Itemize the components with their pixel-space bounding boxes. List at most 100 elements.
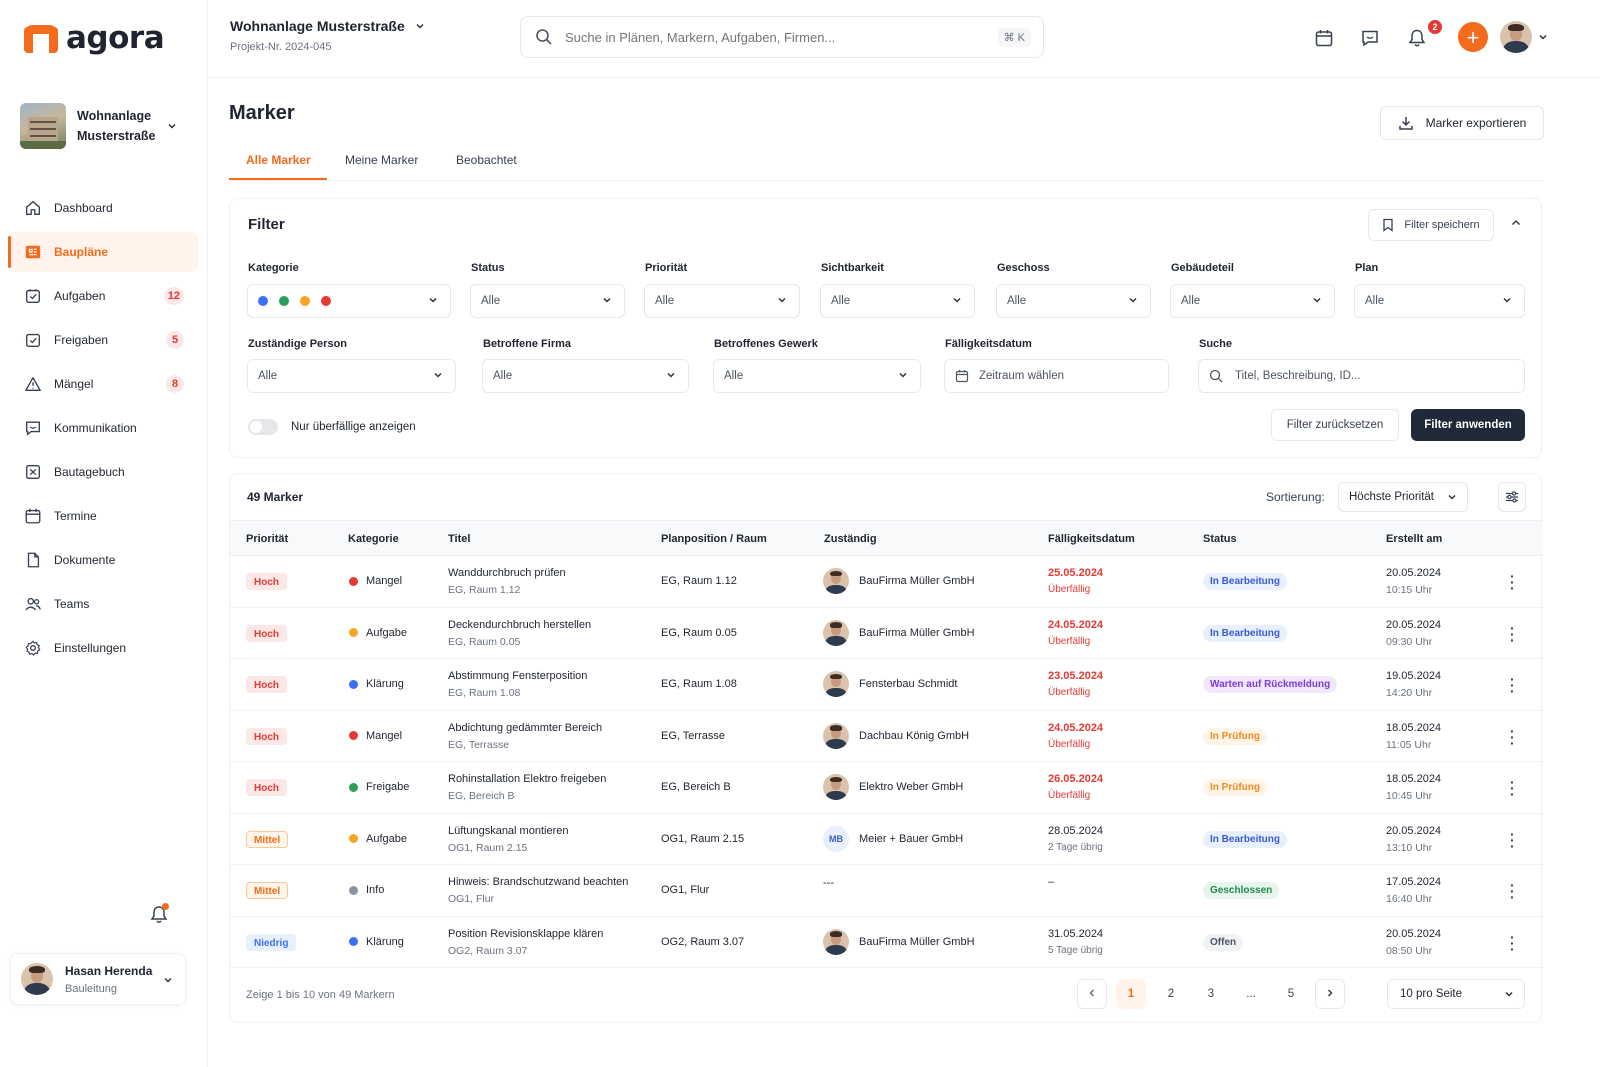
firma-label: Betroffene Firma	[483, 338, 572, 350]
project-selector[interactable]: Wohnanlage Musterstraße Projekt-Nr. 2024…	[230, 18, 425, 53]
table-row[interactable]: Hoch Mangel Abdichtung gedämmter Bereich EG…	[230, 711, 1543, 762]
sidebar-item-dashboard[interactable]: Dashboard	[10, 188, 198, 228]
title-cell[interactable]: Lüftungskanal montieren OG1, Raum 2.15	[448, 825, 568, 854]
row-menu-icon[interactable]: · · ·	[1510, 724, 1515, 750]
col-erstellt[interactable]: Erstellt am	[1386, 533, 1442, 545]
sidebar-item-dokumente[interactable]: Dokumente	[10, 540, 198, 580]
global-search-input[interactable]	[565, 29, 985, 45]
status-select[interactable]: Alle	[470, 284, 625, 318]
global-search[interactable]: ⌘ K	[520, 16, 1044, 58]
title-cell[interactable]: Wanddurchbruch prüfen EG, Raum 1.12	[448, 567, 566, 596]
sidebar-item-aufgaben[interactable]: Aufgaben 12	[10, 276, 198, 316]
user-profile[interactable]: Hasan Herenda Bauleitung	[10, 953, 186, 1005]
title-cell[interactable]: Deckendurchbruch herstellen EG, Raum 0.05	[448, 619, 591, 648]
sidebar-item-label: Kommunikation	[54, 421, 137, 435]
gewerk-select[interactable]: Alle	[713, 359, 921, 393]
save-filter-button[interactable]: Filter speichern	[1368, 209, 1494, 241]
col-planposition[interactable]: Planposition / Raum	[661, 533, 767, 545]
table-row[interactable]: Hoch Aufgabe Deckendurchbruch herstellen EG…	[230, 608, 1543, 659]
next-page-button[interactable]	[1315, 979, 1345, 1009]
row-menu-icon[interactable]: · · ·	[1510, 930, 1515, 956]
title-cell[interactable]: Abdichtung gedämmter Bereich EG, Terrasse	[448, 722, 602, 751]
sidebar-item-teams[interactable]: Teams	[10, 584, 198, 624]
calendar-icon[interactable]	[1312, 26, 1336, 50]
col-zustaendig[interactable]: Zuständig	[824, 533, 877, 545]
table-row[interactable]: Hoch Klärung Abstimmung Fensterposition EG,…	[230, 659, 1543, 711]
create-new-button[interactable]: +	[1458, 22, 1488, 52]
col-status[interactable]: Status	[1203, 533, 1237, 545]
apply-filter-button[interactable]: Filter anwenden	[1411, 409, 1525, 441]
chevron-down-icon	[953, 297, 961, 303]
brand-logo[interactable]: agora	[24, 20, 165, 56]
date-range-picker[interactable]: Zeitraum wählen	[944, 359, 1169, 393]
kategorie-select[interactable]	[247, 284, 451, 318]
save-filter-label: Filter speichern	[1404, 219, 1480, 231]
tab-beobachtet[interactable]: Beobachtet	[456, 153, 517, 167]
gebaeudeteil-select[interactable]: Alle	[1170, 284, 1335, 318]
user-role: Bauleitung	[65, 982, 117, 995]
sidebar-item-label: Einstellungen	[54, 641, 127, 655]
row-menu-icon[interactable]: · · ·	[1510, 672, 1515, 698]
sidebar-item-maengel[interactable]: Mängel 8	[10, 364, 198, 404]
sidebar-item-freigaben[interactable]: Freigaben 5	[10, 320, 198, 360]
chevron-left-icon	[1089, 989, 1095, 997]
priority-badge: Hoch	[246, 676, 287, 693]
chevron-down-icon[interactable]	[1538, 32, 1548, 42]
page-5-button[interactable]: 5	[1276, 979, 1306, 1009]
page-3-button[interactable]: 3	[1196, 979, 1226, 1009]
header-user-avatar[interactable]	[1500, 21, 1532, 53]
sichtbarkeit-select-value: Alle	[831, 295, 851, 307]
table-row[interactable]: Niedrig Klärung Position Revisionsklappe k…	[230, 917, 1543, 968]
title-cell[interactable]: Abstimmung Fensterposition EG, Raum 1.08	[448, 670, 587, 699]
row-menu-icon[interactable]: · · ·	[1510, 569, 1515, 595]
sidebar-item-kommunikation[interactable]: Kommunikation	[10, 408, 198, 448]
sichtbarkeit-select[interactable]: Alle	[820, 284, 975, 318]
sidebar-item-termine[interactable]: Termine	[10, 496, 198, 536]
category-cell: Aufgabe	[349, 627, 407, 639]
firma-select[interactable]: Alle	[482, 359, 689, 393]
row-menu-icon[interactable]: · · ·	[1510, 827, 1515, 853]
title-cell[interactable]: Hinweis: Brandschutzwand beachten OG1, Fl…	[448, 876, 628, 905]
page-1-button[interactable]: 1	[1116, 979, 1146, 1009]
column-settings-button[interactable]	[1498, 482, 1526, 512]
chat-icon[interactable]	[1358, 26, 1382, 50]
tab-alle-marker[interactable]: Alle Marker	[246, 153, 311, 167]
table-row[interactable]: Mittel Aufgabe Lüftungskanal montieren OG1,…	[230, 814, 1543, 865]
page-size-select[interactable]: 10 pro Seite	[1387, 979, 1525, 1009]
export-markers-button[interactable]: Marker exportieren	[1380, 106, 1544, 140]
filter-search-input[interactable]: Titel, Beschreibung, ID...	[1198, 359, 1525, 393]
table-row[interactable]: Hoch Freigabe Rohinstallation Elektro frei…	[230, 762, 1543, 814]
created-cell: 18.05.2024 11:05 Uhr	[1386, 722, 1441, 751]
project-switcher[interactable]: Wohnanlage Musterstraße	[20, 102, 192, 150]
marker-title: Abdichtung gedämmter Bereich	[448, 721, 603, 734]
status-label: Status	[471, 262, 505, 274]
title-cell[interactable]: Rohinstallation Elektro freigeben EG, Ber…	[448, 773, 606, 802]
sidebar-item-bautagebuch[interactable]: Bautagebuch	[10, 452, 198, 492]
table-row[interactable]: Hoch Mangel Wanddurchbruch prüfen EG, Raum …	[230, 556, 1543, 608]
col-titel[interactable]: Titel	[448, 533, 470, 545]
table-row[interactable]: Mittel Info Hinweis: Brandschutzwand beach…	[230, 865, 1543, 917]
prioritaet-select[interactable]: Alle	[644, 284, 800, 318]
col-prioritaet[interactable]: Priorität	[246, 533, 288, 545]
plan-select[interactable]: Alle	[1354, 284, 1525, 318]
overdue-toggle[interactable]	[248, 419, 278, 435]
col-faelligkeit[interactable]: Fälligkeitsdatum	[1048, 533, 1135, 545]
row-menu-icon[interactable]: · · ·	[1510, 775, 1515, 801]
category-label: Mangel	[366, 575, 403, 587]
tab-meine-marker[interactable]: Meine Marker	[345, 153, 418, 167]
category-dot-red	[321, 296, 331, 306]
notification-bell-icon[interactable]	[1405, 26, 1429, 50]
chevron-up-icon[interactable]	[1510, 217, 1522, 229]
sidebar-item-einstellungen[interactable]: Einstellungen	[10, 628, 198, 668]
person-select[interactable]: Alle	[247, 359, 456, 393]
row-menu-icon[interactable]: · · ·	[1510, 621, 1515, 647]
prev-page-button[interactable]	[1077, 979, 1107, 1009]
reset-filter-button[interactable]: Filter zurücksetzen	[1271, 409, 1399, 441]
sort-select[interactable]: Höchste Priorität	[1338, 482, 1468, 512]
title-cell[interactable]: Position Revisionsklappe klären OG2, Raum…	[448, 928, 603, 957]
row-menu-icon[interactable]: · · ·	[1510, 878, 1515, 904]
geschoss-select[interactable]: Alle	[996, 284, 1151, 318]
sidebar-item-bauplaene[interactable]: Baupläne	[8, 232, 198, 272]
page-2-button[interactable]: 2	[1156, 979, 1186, 1009]
col-kategorie[interactable]: Kategorie	[348, 533, 399, 545]
